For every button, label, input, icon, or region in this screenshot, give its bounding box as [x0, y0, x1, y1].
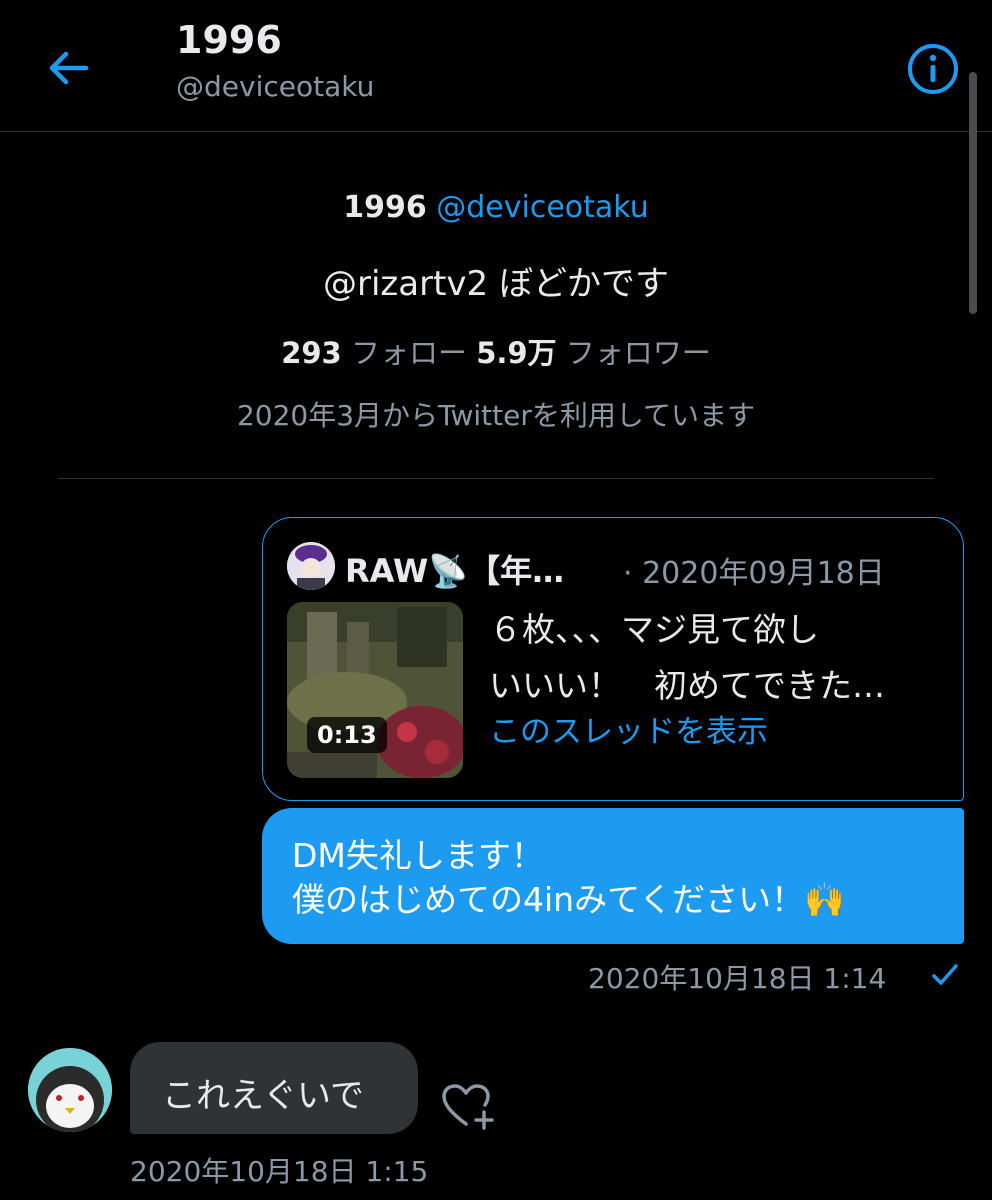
show-thread-link[interactable]: このスレッドを表示	[489, 706, 768, 751]
header-handle: @deviceotaku	[176, 70, 375, 103]
quoted-author: RAW📡【年…	[345, 552, 565, 590]
profile-stats: 293 フォロー 5.9万 フォロワー	[0, 330, 992, 372]
quoted-text: ６枚、、、マジ見て欲し いいい！ 初めてできた…	[489, 602, 939, 714]
conversation-header: 1996 @deviceotaku	[0, 0, 992, 132]
sent-message-line: 僕のはじめての4inみてください！🙌	[292, 880, 846, 919]
quoted-text-line: ６枚、、、マジ見て欲し	[489, 610, 819, 649]
heart-add-icon[interactable]	[440, 1082, 496, 1132]
following-label[interactable]: フォロー	[351, 336, 467, 370]
profile-bio: @rizartv2 ぼどかです	[323, 264, 669, 304]
followers-label[interactable]: フォロワー	[566, 336, 711, 370]
received-message-bubble[interactable]: これえぐいで	[130, 1042, 418, 1134]
video-duration: 0:13	[307, 717, 387, 753]
avatar[interactable]	[28, 1048, 112, 1132]
video-thumbnail[interactable]: 0:13	[287, 602, 463, 778]
following-count[interactable]: 293	[281, 336, 342, 370]
info-icon[interactable]	[906, 42, 960, 96]
avatar	[287, 542, 335, 590]
header-title: 1996	[176, 18, 282, 62]
followers-count[interactable]: 5.9万	[476, 336, 556, 370]
divider	[58, 478, 934, 479]
profile-name-row: 1996 @deviceotaku	[0, 190, 992, 225]
profile-joined: 2020年3月からTwitterを利用しています	[236, 399, 756, 432]
back-button[interactable]	[40, 40, 96, 96]
profile-name: 1996	[343, 190, 427, 225]
sent-message-bubble[interactable]: DM失礼します！ 僕のはじめての4inみてください！🙌	[262, 808, 964, 944]
sent-timestamp: 2020年10月18日 1:14	[588, 962, 887, 995]
sent-message-line: DM失礼します！	[292, 836, 544, 875]
quoted-tweet-card[interactable]: RAW📡【年… · 2020年09月18日 0:13 ６枚、、、マジ見て欲し い…	[262, 517, 964, 801]
quoted-date: · 2020年09月18日	[623, 556, 885, 591]
check-icon	[932, 964, 958, 985]
received-timestamp: 2020年10月18日 1:15	[130, 1155, 429, 1188]
profile-handle[interactable]: @deviceotaku	[436, 190, 649, 225]
arrow-left-icon	[49, 51, 89, 85]
